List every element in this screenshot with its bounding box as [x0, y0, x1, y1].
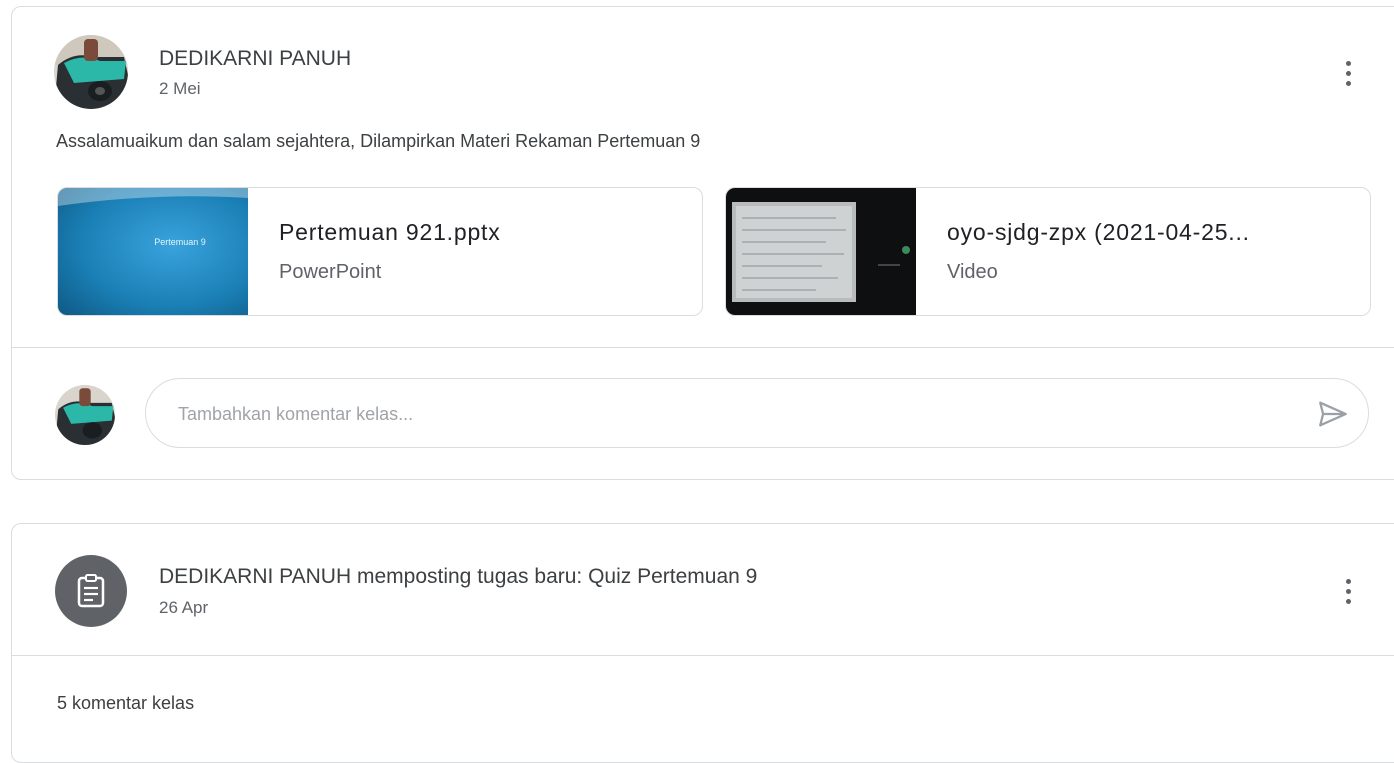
announcement-card: DEDIKARNI PANUH 2 Mei Assalamuaikum dan …	[11, 6, 1394, 480]
attachment-type: Video	[947, 261, 998, 283]
more-options-icon[interactable]	[1336, 53, 1360, 93]
author-avatar[interactable]	[54, 35, 128, 109]
comment-input-container	[145, 378, 1369, 448]
more-options-icon[interactable]	[1336, 571, 1360, 611]
attachment-title: Pertemuan 921.pptx	[279, 219, 501, 245]
post-text: Assalamuaikum dan salam sejahtera, Dilam…	[56, 131, 701, 151]
post-date: 2 Mei	[159, 79, 201, 98]
divider	[12, 347, 1394, 348]
attachment-title: oyo-sjdg-zpx (2021-04-25...	[947, 219, 1250, 245]
powerpoint-thumbnail-icon: Pertemuan 9	[58, 188, 248, 315]
assignment-date: 26 Apr	[159, 598, 209, 617]
class-comments-link[interactable]: 5 komentar kelas	[57, 693, 194, 714]
video-thumbnail-icon	[726, 188, 916, 315]
assignment-icon	[55, 555, 127, 627]
attachment-type: PowerPoint	[279, 261, 382, 283]
attachment-pptx[interactable]: Pertemuan 9 Pertemuan 921.pptx PowerPoin…	[57, 187, 703, 316]
commenter-avatar	[55, 385, 115, 445]
assignment-card[interactable]: DEDIKARNI PANUH memposting tugas baru: Q…	[11, 523, 1394, 763]
send-icon[interactable]	[1316, 397, 1350, 431]
comment-input[interactable]	[176, 397, 1280, 431]
assignment-title[interactable]: DEDIKARNI PANUH memposting tugas baru: Q…	[159, 565, 757, 589]
svg-text:Pertemuan 9: Pertemuan 9	[154, 237, 206, 247]
attachment-video[interactable]: oyo-sjdg-zpx (2021-04-25... Video	[725, 187, 1371, 316]
author-name: DEDIKARNI PANUH	[159, 47, 352, 70]
divider	[12, 655, 1394, 656]
